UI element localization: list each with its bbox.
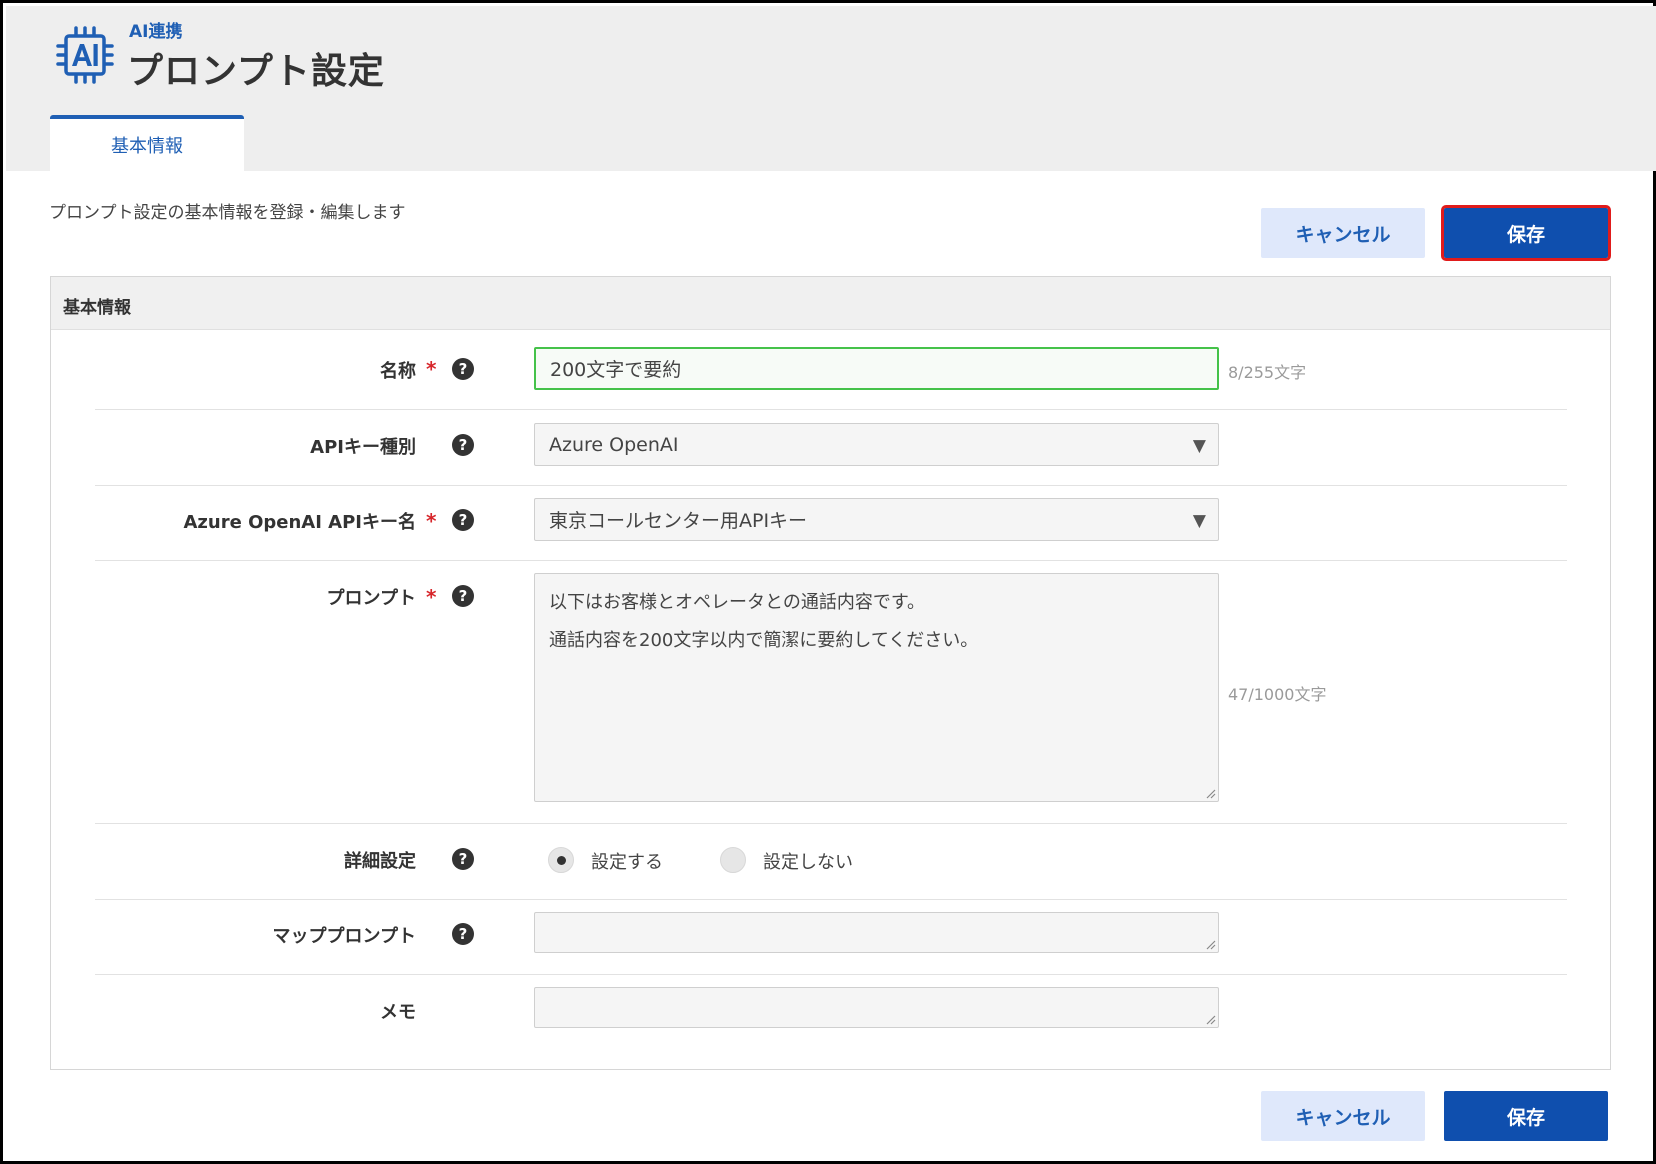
detail-settings-label: 詳細設定 <box>344 851 416 872</box>
dropdown-arrow-icon: ▼ <box>1192 436 1206 456</box>
map-prompt-label: マッププロンプト <box>272 926 416 947</box>
api-key-name-label: Azure OpenAI APIキー名 <box>183 512 417 533</box>
row-divider <box>95 560 1567 561</box>
help-icon[interactable]: ? <box>452 848 474 870</box>
row-divider <box>95 409 1567 410</box>
radio-disable-label: 設定しない <box>763 852 853 873</box>
cancel-button-top[interactable]: キャンセル <box>1261 208 1425 258</box>
help-icon[interactable]: ? <box>452 358 474 380</box>
prompt-line: 以下はお客様とオペレータとの通話内容です。 <box>549 592 926 613</box>
name-char-counter: 8/255文字 <box>1228 363 1307 382</box>
prompt-line: 通話内容を200文字以内で簡潔に要約してください。 <box>549 630 979 651</box>
row-divider <box>95 974 1567 975</box>
api-key-type-label: APIキー種別 <box>310 437 416 458</box>
prompt-char-counter: 47/1000文字 <box>1228 685 1327 704</box>
name-input[interactable]: 200文字で要約 <box>534 347 1219 390</box>
radio-enable-label: 設定する <box>591 852 663 873</box>
api-key-name-select[interactable]: 東京コールセンター用APIキー ▼ <box>534 498 1219 541</box>
row-divider <box>95 823 1567 824</box>
name-label: 名称 <box>380 361 416 382</box>
module-name: AI連携 <box>129 22 183 42</box>
api-key-name-value: 東京コールセンター用APIキー <box>549 510 808 532</box>
page-title: プロンプト設定 <box>127 51 385 92</box>
row-divider <box>95 485 1567 486</box>
window-frame: AI連携 プロンプト設定 基本情報 プロンプト設定の基本情報を登録・編集します … <box>0 0 1656 1164</box>
cancel-button-bottom[interactable]: キャンセル <box>1261 1091 1425 1141</box>
resize-grip-icon[interactable] <box>1204 787 1216 799</box>
name-input-value: 200文字で要約 <box>550 359 682 381</box>
tab-basic-info[interactable]: 基本情報 <box>50 115 244 171</box>
resize-grip-icon[interactable] <box>1204 938 1216 950</box>
required-mark: * <box>426 509 437 533</box>
memo-label: メモ <box>380 1002 416 1023</box>
api-key-type-select[interactable]: Azure OpenAI ▼ <box>534 423 1219 466</box>
save-button-top[interactable]: 保存 <box>1441 205 1611 261</box>
row-divider <box>95 899 1567 900</box>
page-description: プロンプト設定の基本情報を登録・編集します <box>49 203 406 223</box>
map-prompt-textarea[interactable] <box>534 912 1219 953</box>
radio-disable[interactable] <box>720 847 746 873</box>
resize-grip-icon[interactable] <box>1204 1013 1216 1025</box>
api-key-type-value: Azure OpenAI <box>549 433 679 456</box>
help-icon[interactable]: ? <box>452 585 474 607</box>
prompt-textarea[interactable]: 以下はお客様とオペレータとの通話内容です。 通話内容を200文字以内で簡潔に要約… <box>534 573 1219 802</box>
basic-info-panel: 基本情報 名称 * ? 200文字で要約 8/255文字 APIキー種別 ? A… <box>50 276 1611 1070</box>
ai-chip-icon <box>56 26 114 84</box>
required-mark: * <box>426 357 437 381</box>
panel-header: 基本情報 <box>51 277 1610 330</box>
prompt-label: プロンプト <box>326 588 416 609</box>
page-header: AI連携 プロンプト設定 基本情報 <box>6 6 1656 171</box>
help-icon[interactable]: ? <box>452 434 474 456</box>
panel-title: 基本情報 <box>63 298 131 318</box>
help-icon[interactable]: ? <box>452 509 474 531</box>
radio-enable[interactable] <box>548 847 574 873</box>
save-button-bottom[interactable]: 保存 <box>1444 1091 1608 1141</box>
memo-textarea[interactable] <box>534 987 1219 1028</box>
required-mark: * <box>426 585 437 609</box>
dropdown-arrow-icon: ▼ <box>1192 511 1206 531</box>
help-icon[interactable]: ? <box>452 923 474 945</box>
